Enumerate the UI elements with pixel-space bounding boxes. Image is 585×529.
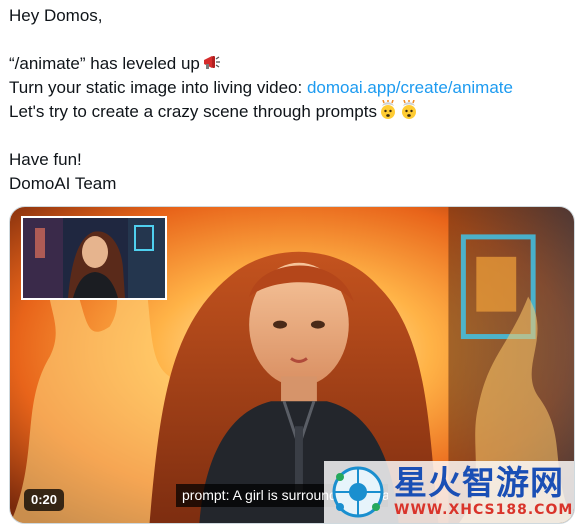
video-thumbnail[interactable] [21,216,167,300]
exploding-head-icon [401,100,416,119]
thumbnail-image [23,218,165,298]
prompt-text: Let's try to create a crazy scene throug… [9,102,377,121]
link-prefix: Turn your static image into living video… [9,78,307,97]
signature-line: DomoAI Team [9,174,117,193]
prompt-line: Let's try to create a crazy scene throug… [9,100,579,124]
watermark-url: WWW.XHCS188.COM [394,502,574,518]
watermark-title: 星火智游网 [394,463,564,502]
animate-link[interactable]: domoai.app/create/animate [307,78,513,97]
video-duration-badge: 0:20 [24,489,65,511]
tweet-text: Hey Domos, “/animate” has leveled up Tur… [9,4,579,196]
video-player[interactable]: 0:20 prompt: A girl is surrounded by fla… [9,206,575,524]
link-line: Turn your static image into living video… [9,76,579,100]
signoff-line: Have fun! [9,150,82,169]
greeting-line: Hey Domos, [9,6,103,25]
exploding-head-icon [380,100,395,119]
watermark-logo-icon [332,466,384,518]
announcement-text: “/animate” has leveled up [9,54,200,73]
watermark: 星火智游网 WWW.XHCS188.COM [324,461,574,523]
megaphone-icon [203,56,220,69]
announcement-line: “/animate” has leveled up [9,52,579,76]
